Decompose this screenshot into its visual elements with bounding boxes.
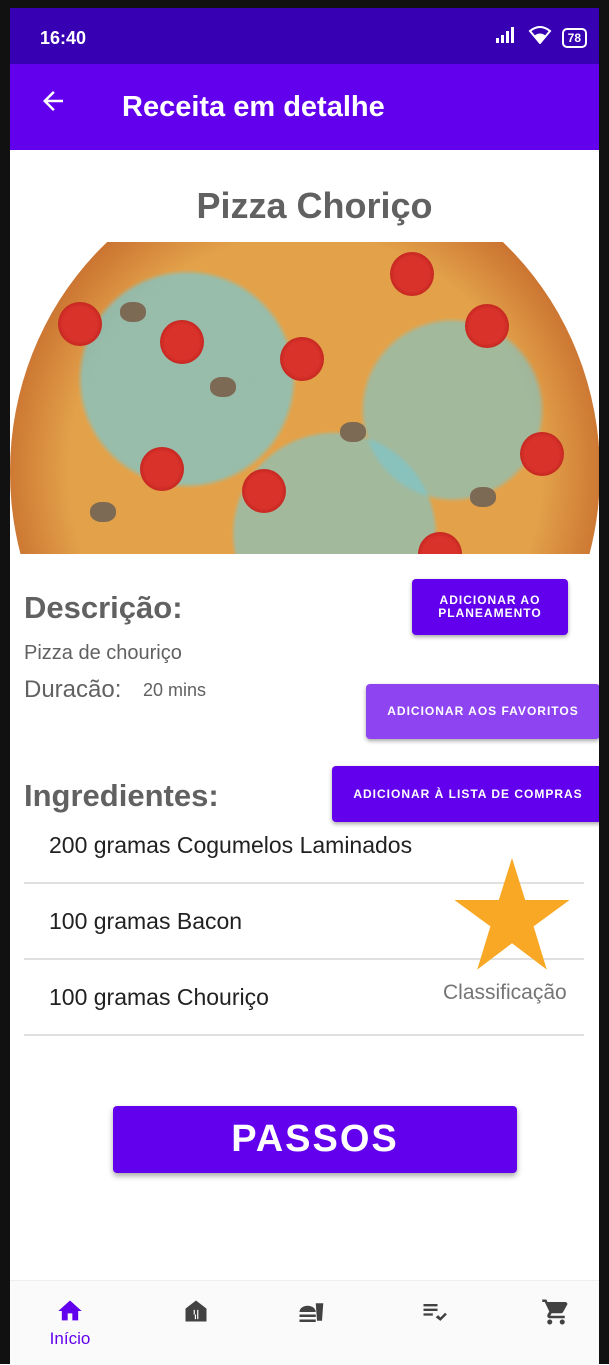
pepperoni-decoration	[280, 337, 324, 381]
arrow-back-icon[interactable]	[38, 86, 68, 124]
rating-label: Classificação	[443, 981, 567, 1004]
fastfood-icon	[299, 1298, 324, 1322]
ingredients-heading: Ingredientes:	[24, 778, 219, 813]
add-to-plan-button[interactable]: ADICIONAR AO PLANEAMENTO	[412, 579, 568, 635]
nav-home[interactable]: Início	[30, 1297, 110, 1349]
pepperoni-decoration	[160, 320, 204, 364]
pepperoni-decoration	[390, 252, 434, 296]
add-to-favorites-button[interactable]: ADICIONAR AOS FAVORITOS	[366, 684, 600, 739]
nav-checklist[interactable]	[394, 1297, 474, 1325]
description-text: Pizza de chouriço	[24, 642, 182, 664]
steps-button[interactable]: PASSOS	[113, 1106, 517, 1173]
app-bar: Receita em detalhe	[10, 64, 599, 150]
status-time: 16:40	[40, 28, 87, 48]
description-heading: Descrição:	[24, 590, 183, 625]
page-title: Receita em detalhe	[122, 91, 385, 123]
pepperoni-decoration	[520, 432, 564, 476]
playlist-check-icon	[423, 1304, 447, 1321]
signal-icon	[495, 27, 518, 48]
pepperoni-decoration	[140, 447, 184, 491]
pepperoni-decoration	[58, 302, 102, 346]
mushroom-decoration	[90, 502, 116, 522]
bottom-navigation: Início	[10, 1280, 599, 1365]
recipe-name: Pizza Choriço	[196, 185, 433, 226]
cart-icon	[542, 1299, 568, 1325]
pepperoni-decoration	[465, 304, 509, 348]
battery-icon: 78	[561, 27, 587, 48]
mushroom-decoration	[210, 377, 236, 397]
duration-label: Duracão:	[24, 676, 122, 703]
add-to-shopping-list-button[interactable]: ADICIONAR À LISTA DE COMPRAS	[332, 766, 604, 822]
home-icon	[58, 1300, 82, 1321]
nav-cart[interactable]	[516, 1297, 596, 1327]
nav-home-label: Início	[49, 1329, 91, 1348]
status-bar: 16:40 78	[10, 8, 599, 64]
wifi-icon	[528, 26, 552, 49]
recipe-image	[10, 242, 600, 554]
status-icons: 78	[495, 26, 587, 49]
mushroom-decoration	[340, 422, 366, 442]
star-rating-icon[interactable]	[452, 858, 572, 972]
nav-fastfood[interactable]	[272, 1297, 352, 1327]
nav-restaurant[interactable]	[156, 1297, 236, 1325]
mushroom-decoration	[470, 487, 496, 507]
mushroom-decoration	[120, 302, 146, 322]
pepperoni-decoration	[242, 469, 286, 513]
restaurant-icon	[185, 1300, 207, 1322]
duration-value: 20 mins	[143, 680, 207, 700]
